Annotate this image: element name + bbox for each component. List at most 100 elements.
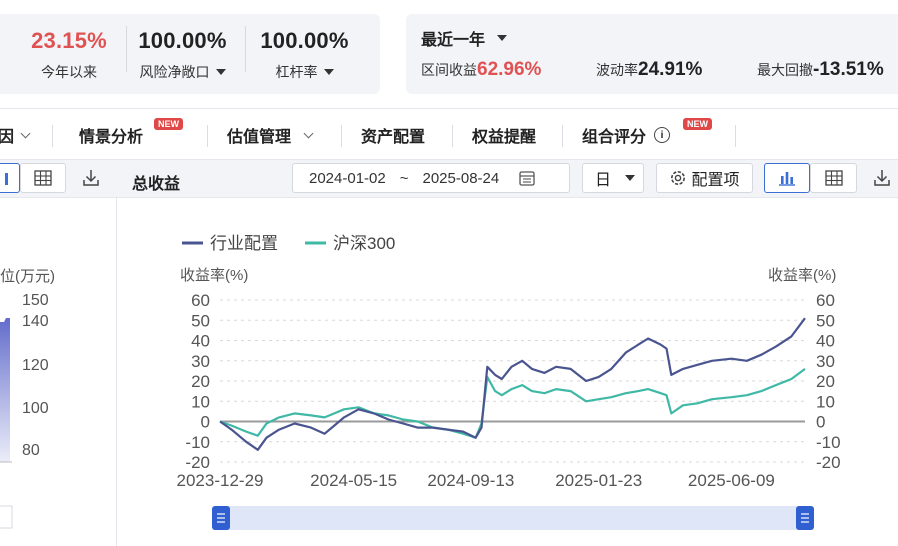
x-tick-label: 2024-05-15 (310, 471, 397, 490)
calendar-icon (519, 171, 535, 186)
leverage-stat[interactable]: 100.00% 杠杆率 (252, 28, 357, 82)
left-slider-handle[interactable] (0, 505, 13, 529)
chart-legend: 行业配置 沪深300 (182, 234, 395, 253)
series-lines (219, 317, 806, 451)
ytd-label: 今年以来 (41, 64, 97, 80)
left-tick-label: 150 (22, 292, 49, 309)
period-selector[interactable]: 最近一年 (421, 26, 508, 50)
tab-equity-alert[interactable]: 权益提醒 (472, 123, 536, 147)
chart-toolbar: 总收益 2024-01-02 ~ 2025-08-24 日 配置项 (0, 160, 898, 198)
bar-chart-icon (779, 172, 795, 186)
y-axis-left-label: 收益率(%) (180, 267, 248, 284)
divider (562, 125, 563, 147)
table-icon (824, 170, 843, 186)
range-slider-track[interactable] (221, 506, 805, 530)
max-drawdown-metric: 最大回撤-13.51% (757, 59, 884, 81)
legend-label[interactable]: 行业配置 (210, 234, 278, 253)
legend-label[interactable]: 沪深300 (333, 234, 395, 253)
range-return-metric: 区间收益62.96% (421, 59, 541, 81)
x-tick-label: 2024-09-13 (427, 471, 514, 490)
download-button[interactable] (873, 169, 891, 192)
table-view-toggle[interactable] (810, 163, 857, 193)
y-tick-label: 10 (816, 392, 835, 411)
volatility-metric: 波动率24.91% (596, 59, 702, 81)
date-separator: ~ (399, 169, 409, 187)
series-line-industry-allocation (219, 317, 806, 451)
y-tick-label: 60 (816, 291, 835, 310)
y-axis-right-label: 收益率(%) (768, 267, 836, 284)
tab-label: 估值管理 (227, 129, 292, 146)
tab-portfolio-score[interactable]: 组合评分 i NEW (582, 118, 712, 147)
tab-factor[interactable]: 因 (0, 123, 31, 147)
period-label: 最近一年 (421, 32, 486, 49)
left-tick-label: 140 (22, 313, 49, 330)
tab-valuation[interactable]: 估值管理 (227, 123, 314, 147)
ytd-stat: 23.15% 今年以来 (24, 28, 114, 82)
ytd-value: 23.15% (31, 28, 107, 53)
granularity-select[interactable]: 日 (582, 163, 644, 193)
left-area-fill (0, 318, 10, 462)
left-axis-label: 位(万元) (0, 268, 55, 285)
tab-label: 情景分析 (79, 129, 144, 146)
new-badge: NEW (154, 118, 183, 130)
y-tick-label: 50 (816, 311, 835, 330)
table-icon (34, 170, 52, 186)
total-return-line-chart: 行业配置 沪深300 收益率(%) 收益率(%) 6050403020100-1… (177, 234, 841, 530)
download-button[interactable] (82, 169, 100, 192)
left-tick-label: 80 (22, 442, 40, 459)
info-icon[interactable]: i (654, 127, 671, 143)
y-tick-label: 30 (816, 352, 835, 371)
caret-down-icon (497, 35, 508, 41)
caret-down-icon[interactable] (215, 69, 226, 75)
y-tick-label: 50 (191, 311, 210, 330)
y-tick-label: 60 (191, 291, 210, 310)
bar-chart-toggle[interactable] (0, 163, 20, 193)
chart-view-toggle[interactable] (764, 163, 810, 193)
range-return-value: 62.96% (477, 59, 542, 80)
left-tick-label: 100 (22, 400, 49, 417)
y-axis-right-ticks: 6050 40302010 0-10-20 (816, 291, 841, 472)
caret-down-icon[interactable] (323, 69, 334, 75)
y-tick-label: 0 (201, 413, 210, 432)
table-view-toggle[interactable] (20, 163, 66, 193)
risk-exposure-label: 风险净敞口 (139, 64, 210, 80)
config-button[interactable]: 配置项 (656, 163, 753, 193)
risk-exposure-value: 100.00% (138, 28, 227, 53)
risk-exposure-stat[interactable]: 100.00% 风险净敞口 (130, 28, 235, 82)
chevron-down-icon (20, 128, 31, 138)
tab-label: 组合评分 (582, 129, 647, 146)
date-end[interactable]: 2025-08-24 (423, 170, 500, 187)
tab-asset-allocation[interactable]: 资产配置 (361, 123, 425, 147)
y-tick-label: 0 (816, 413, 825, 432)
tab-bar: 因 情景分析 NEW 估值管理 资产配置 权益提醒 组合评分 i NEW (0, 108, 898, 160)
left-panel: 位(万元) 150 140 120 100 80 (0, 198, 117, 546)
y-tick-label: -20 (185, 453, 210, 472)
section-title: 总收益 (132, 176, 181, 193)
config-label: 配置项 (691, 172, 740, 189)
y-tick-label: 10 (191, 392, 210, 411)
divider (126, 26, 127, 72)
left-mini-chart: 位(万元) 150 140 120 100 80 (0, 268, 55, 529)
date-start[interactable]: 2024-01-02 (309, 170, 386, 187)
y-tick-label: 20 (191, 372, 210, 391)
y-tick-label: -10 (816, 433, 841, 452)
tab-scenario-analysis[interactable]: 情景分析 NEW (79, 118, 183, 147)
tab-label: 资产配置 (361, 129, 426, 146)
summary-card-right: 最近一年 区间收益62.96% 波动率24.91% 最大回撤-13.51% (406, 14, 898, 94)
x-tick-label: 2025-06-09 (688, 471, 775, 490)
date-range-picker[interactable]: 2024-01-02 ~ 2025-08-24 (292, 163, 570, 193)
leverage-label: 杠杆率 (275, 64, 318, 80)
range-slider[interactable] (212, 506, 814, 530)
tab-label: 权益提醒 (472, 129, 537, 146)
tab-label: 因 (0, 129, 15, 146)
y-tick-label: 40 (191, 332, 210, 351)
y-tick-label: 30 (191, 352, 210, 371)
y-tick-label: -10 (185, 433, 210, 452)
app-root: 23.15% 今年以来 100.00% 风险净敞口 100.00% 杠杆率 最近… (0, 0, 898, 546)
max-drawdown-value: -13.51% (813, 59, 884, 80)
leverage-value: 100.00% (260, 28, 349, 53)
x-tick-label: 2025-01-23 (555, 471, 642, 490)
grid (220, 299, 805, 463)
divider (341, 125, 342, 147)
download-icon (83, 170, 99, 186)
